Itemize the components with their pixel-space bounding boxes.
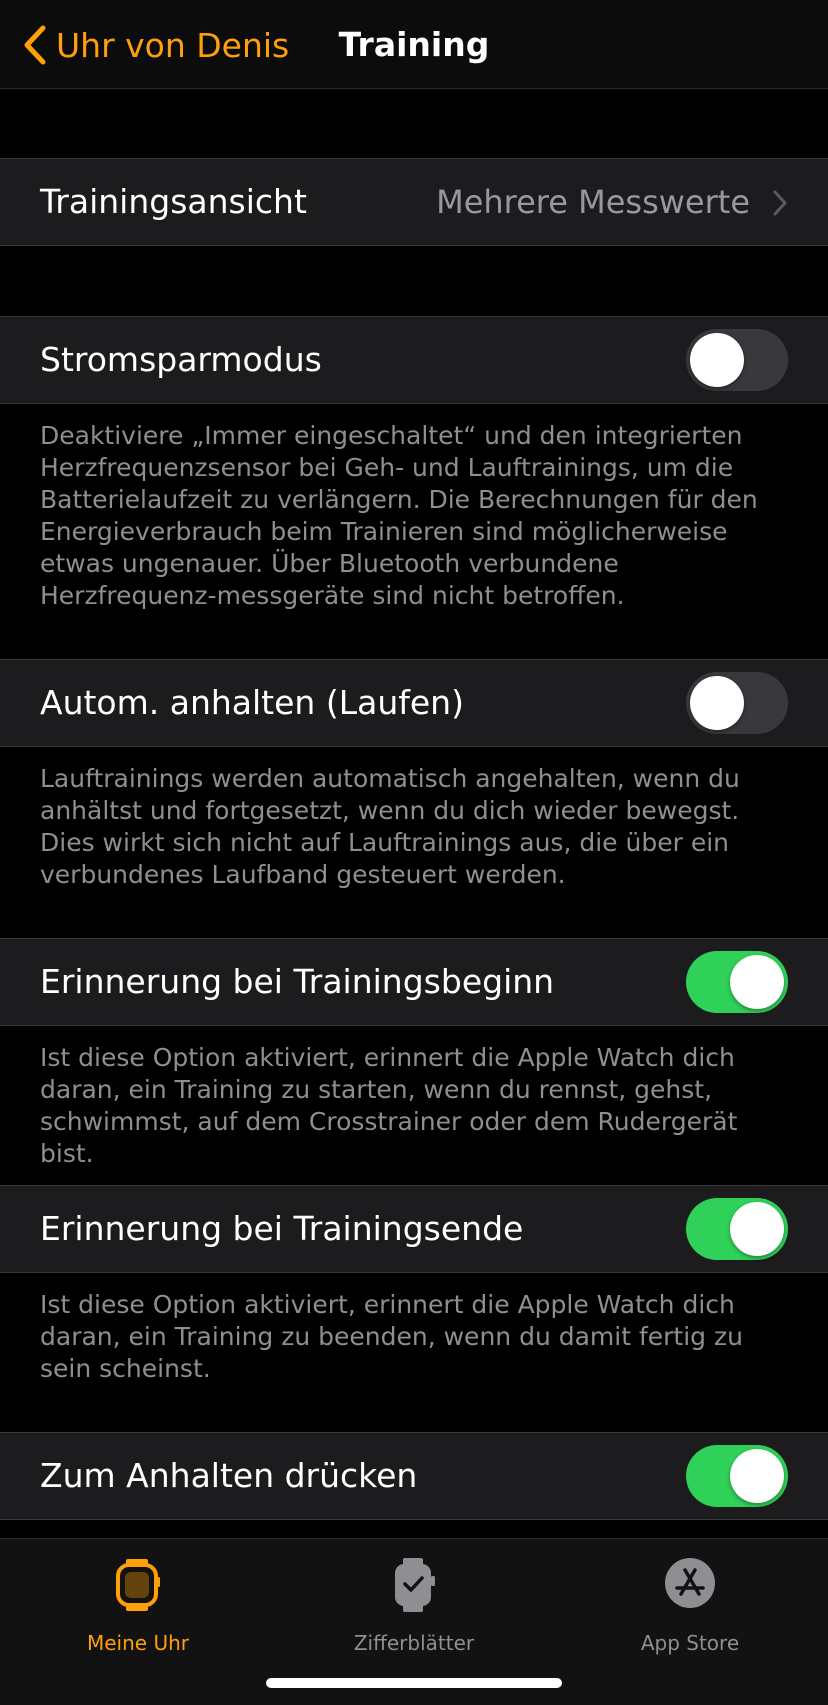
toggle-knob xyxy=(730,955,784,1009)
tab-watch-faces-label: Zifferblätter xyxy=(353,1631,475,1655)
toggle-knob xyxy=(690,676,744,730)
navigation-bar: Uhr von Denis Training xyxy=(0,0,828,89)
watch-face-icon xyxy=(395,1558,435,1612)
training-view-label: Trainingsansicht xyxy=(40,182,307,221)
power-saving-toggle[interactable] xyxy=(686,329,788,391)
auto-pause-label: Autom. anhalten (Laufen) xyxy=(40,683,464,722)
tab-my-watch[interactable]: Meine Uhr xyxy=(0,1549,276,1655)
press-to-pause-toggle[interactable] xyxy=(686,1445,788,1507)
training-view-row[interactable]: Trainingsansicht Mehrere Messwerte xyxy=(0,158,828,246)
press-to-pause-label: Zum Anhalten drücken xyxy=(40,1456,418,1495)
end-reminder-label: Erinnerung bei Trainingsende xyxy=(40,1209,524,1248)
start-reminder-row: Erinnerung bei Trainingsbeginn xyxy=(0,938,828,1026)
power-saving-footer: Deaktiviere „Immer eingeschaltet“ und de… xyxy=(40,421,758,610)
start-reminder-toggle[interactable] xyxy=(686,951,788,1013)
tab-app-store-label: App Store xyxy=(640,1631,740,1655)
auto-pause-footer: Lauftrainings werden automatisch angehal… xyxy=(40,764,740,889)
auto-pause-toggle[interactable] xyxy=(686,672,788,734)
start-reminder-label: Erinnerung bei Trainingsbeginn xyxy=(40,962,555,1001)
toggle-knob xyxy=(730,1202,784,1256)
home-indicator xyxy=(266,1678,562,1688)
app-store-icon xyxy=(665,1558,715,1608)
power-saving-row: Stromsparmodus xyxy=(0,316,828,404)
start-reminder-footer: Ist diese Option aktiviert, erinnert die… xyxy=(40,1043,738,1168)
auto-pause-row: Autom. anhalten (Laufen) xyxy=(0,659,828,747)
tab-app-store[interactable]: App Store xyxy=(552,1549,828,1655)
press-to-pause-row: Zum Anhalten drücken xyxy=(0,1432,828,1520)
end-reminder-toggle[interactable] xyxy=(686,1198,788,1260)
page-title: Training xyxy=(338,25,490,64)
chevron-right-icon xyxy=(773,190,787,216)
toggle-knob xyxy=(730,1449,784,1503)
training-view-value: Mehrere Messwerte xyxy=(436,183,750,221)
watch-icon xyxy=(116,1559,160,1611)
tab-my-watch-label: Meine Uhr xyxy=(87,1631,189,1655)
end-reminder-row: Erinnerung bei Trainingsende xyxy=(0,1185,828,1273)
end-reminder-footer: Ist diese Option aktiviert, erinnert die… xyxy=(40,1290,743,1383)
power-saving-label: Stromsparmodus xyxy=(40,340,322,379)
tab-watch-faces[interactable]: Zifferblätter xyxy=(276,1549,552,1655)
toggle-knob xyxy=(690,333,744,387)
